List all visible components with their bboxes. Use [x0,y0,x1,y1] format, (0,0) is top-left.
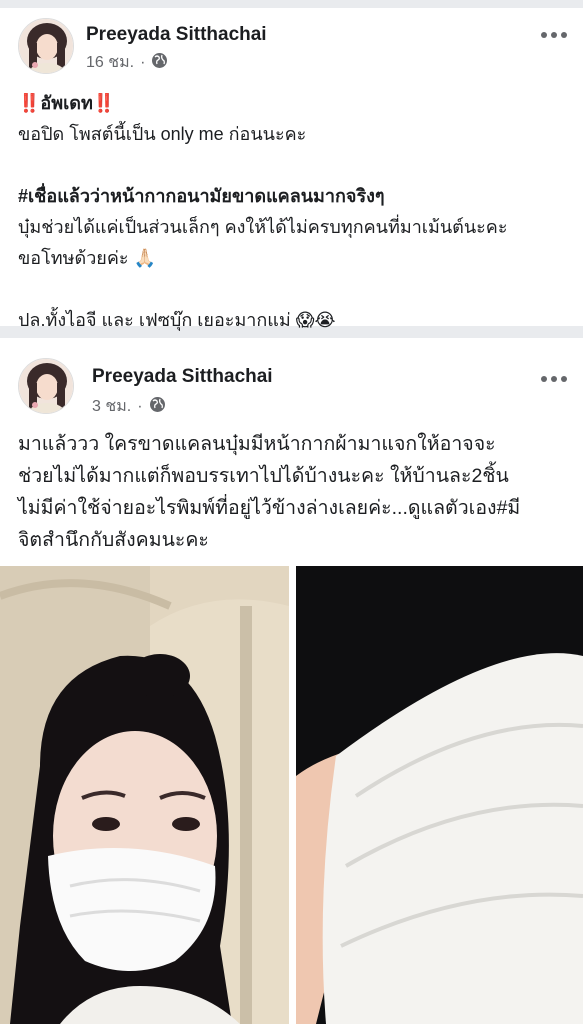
post-text-line: มาแล้ววว ใครขาดแคลนบุ๋มมีหน้ากากผ้ามาแจก… [18,433,496,455]
avatar[interactable] [18,358,74,414]
globe-icon [151,52,168,74]
post-text-line: จิตสำนึกกับสังคมนะคะ [18,529,209,551]
post-time[interactable]: 3 ชม. [92,394,131,419]
post-meta: 3 ชม. · [92,394,166,419]
photo-cloth-mask[interactable] [296,566,583,1024]
hashtag-link[interactable]: #เชื่อแล้วว่าหน้ากากอนามัยขาดแคลนมากจริง… [18,181,569,212]
double-exclamation-icon: ‼️ [18,93,41,113]
avatar[interactable] [18,18,74,74]
author-name[interactable]: Preeyada Sitthachai [92,366,273,388]
post-text-line: ‼️อัพเดท‼️ [18,88,569,119]
post-1: Preeyada Sitthachai 16 ชม. · ‼️อัพเดท‼️ … [0,8,583,330]
post-text: มาแล้ววว ใครขาดแคลนบุ๋มมีหน้ากากผ้ามาแจก… [18,428,569,556]
dot-separator: · [137,397,143,415]
post-text: ‼️อัพเดท‼️ ขอปิด โพสต์นี้เป็น only me ก่… [18,88,569,336]
post-text-line: ไม่มีค่าใช้จ่ายอะไรพิมพ์ที่อยู่ไว้ข้างล่… [18,497,521,519]
post-header: Preeyada Sitthachai 3 ชม. · [0,338,583,415]
double-exclamation-icon: ‼️ [92,93,116,113]
more-options-icon[interactable] [541,374,567,384]
post-text-line: ช่วยไม่ได้มากแต่ก็พอบรรเทาไปได้บ้างนะคะ … [18,465,509,487]
post-text-line: ขอโทษด้วยค่ะ 🙏🏻 [18,248,156,268]
author-name[interactable]: Preeyada Sitthachai [86,24,267,46]
update-label: อัพเดท [40,93,93,113]
post-text-line: บุ๋มช่วยได้แค่เป็นส่วนเล็กๆ คงให้ได้ไม่ค… [18,217,508,237]
post-text-line: ขอปิด โพสต์นี้เป็น only me ก่อนนะคะ [18,124,307,144]
post-meta: 16 ชม. · [86,50,168,75]
photo-woman-wearing-mask[interactable] [0,566,289,1024]
dot-separator: · [140,53,146,71]
post-text-line: ปล.ทั้งไอจี และ เฟซบุ๊ก เยอะมากแม่ 😱😭 [18,310,336,330]
post-header: Preeyada Sitthachai 16 ชม. · [0,8,583,78]
post-2: Preeyada Sitthachai 3 ชม. · มาแล้ววว ใคร… [0,338,583,1024]
post-time[interactable]: 16 ชม. [86,50,134,75]
more-options-icon[interactable] [541,30,567,40]
globe-icon [149,396,166,418]
